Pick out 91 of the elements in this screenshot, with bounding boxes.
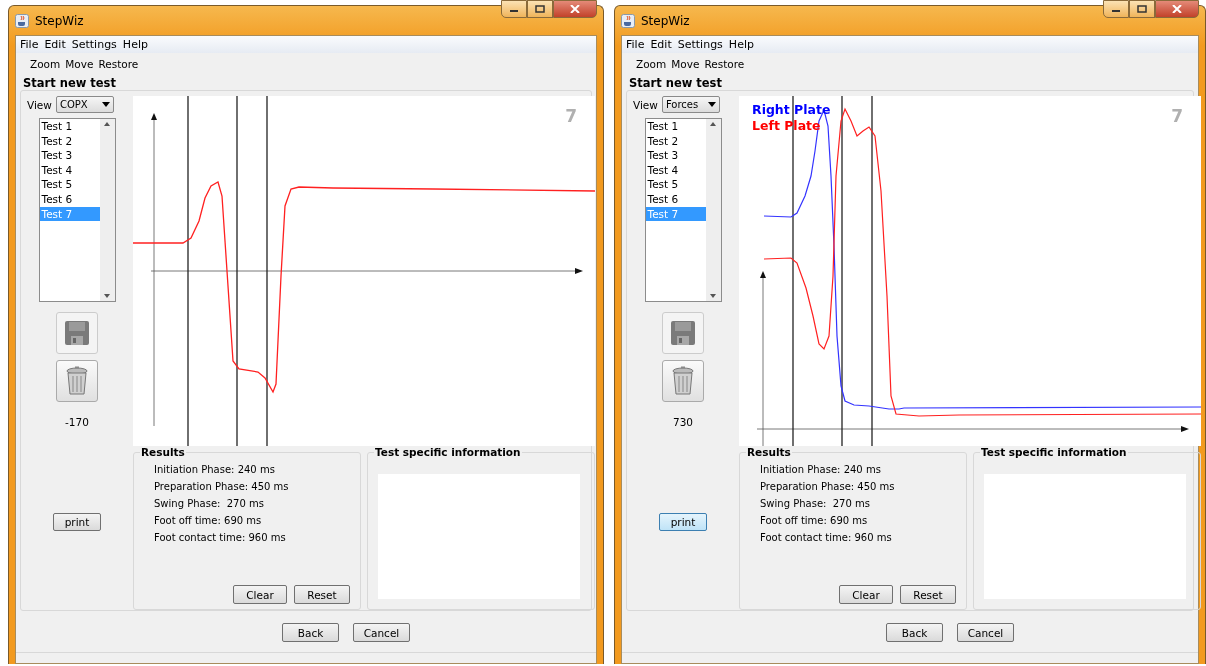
result-text: Foot contact time: 960 ms xyxy=(154,532,287,543)
list-item[interactable]: Test 3 xyxy=(645,148,706,163)
legend-label: Right Plate xyxy=(752,102,831,117)
list-item[interactable]: Test 4 xyxy=(645,162,706,178)
menu-item[interactable]: Edit xyxy=(44,38,66,51)
floppy-icon xyxy=(670,320,696,346)
view-label: View xyxy=(633,98,658,111)
test-number: 7 xyxy=(1171,106,1183,126)
trash-icon xyxy=(670,366,696,396)
result-text: Swing Phase: 270 ms xyxy=(760,498,871,509)
close-icon xyxy=(1172,5,1182,13)
maximize-button[interactable] xyxy=(527,0,553,18)
maximize-icon xyxy=(535,5,545,13)
toolbar-button[interactable]: Move xyxy=(65,58,94,70)
list-item[interactable]: Test 3 xyxy=(39,148,100,163)
menu-item[interactable]: Edit xyxy=(650,38,672,51)
value-label: -170 xyxy=(65,416,89,428)
cancel-button[interactable]: Cancel xyxy=(353,623,410,642)
window-title: StepWiz xyxy=(35,13,85,28)
list-item[interactable]: Test 4 xyxy=(39,162,100,178)
close-button[interactable] xyxy=(553,0,597,18)
java-cup-icon xyxy=(621,13,635,28)
test-number: 7 xyxy=(565,106,577,126)
caret-icon xyxy=(707,102,716,107)
result-text: Initiation Phase: 240 ms xyxy=(760,464,882,475)
close-button[interactable] xyxy=(1155,0,1199,18)
cancel-button[interactable]: Cancel xyxy=(957,623,1014,642)
view-label: View xyxy=(27,98,52,111)
view-dropdown[interactable]: COPX xyxy=(55,96,114,113)
close-icon xyxy=(570,5,580,13)
save-button[interactable] xyxy=(56,312,98,354)
toolbar-button[interactable]: Restore xyxy=(704,58,745,70)
save-button[interactable] xyxy=(662,312,704,354)
scroll-up-icon xyxy=(104,122,110,126)
print-button[interactable]: print xyxy=(53,513,101,531)
window-title: StepWiz xyxy=(641,13,691,28)
java-cup-icon xyxy=(15,13,29,28)
reset-button[interactable]: Reset xyxy=(294,585,350,604)
list-item[interactable]: Test 2 xyxy=(39,133,100,149)
list-item[interactable]: Test 1 xyxy=(39,119,100,134)
list-item[interactable]: Test 5 xyxy=(39,177,100,192)
panel-title: Test specific information xyxy=(374,446,522,458)
menu-item[interactable]: Settings xyxy=(71,38,117,51)
toolbar-button[interactable]: Zoom xyxy=(30,58,61,70)
delete-button[interactable] xyxy=(56,360,98,402)
result-text: Foot contact time: 960 ms xyxy=(760,532,893,543)
menu-item[interactable]: File xyxy=(626,38,645,51)
back-button[interactable]: Back xyxy=(886,623,943,642)
caret-icon xyxy=(101,102,110,107)
reset-button[interactable]: Reset xyxy=(900,585,956,604)
maximize-button[interactable] xyxy=(1129,0,1155,18)
print-button[interactable]: print xyxy=(659,513,707,531)
result-text: Preparation Phase: 450 ms xyxy=(760,481,896,492)
view-dropdown[interactable]: Forces xyxy=(661,96,720,113)
menu-item[interactable]: File xyxy=(20,38,39,51)
menu-item[interactable]: Settings xyxy=(677,38,723,51)
list-item[interactable]: Test 5 xyxy=(645,177,706,192)
back-button[interactable]: Back xyxy=(282,623,339,642)
scrollbar[interactable] xyxy=(705,119,721,301)
result-text: Foot off time: 690 ms xyxy=(760,515,869,526)
clear-button[interactable]: Clear xyxy=(233,585,287,604)
toolbar-button[interactable]: Restore xyxy=(98,58,139,70)
toolbar-button[interactable]: Zoom xyxy=(636,58,667,70)
result-text: Swing Phase: 270 ms xyxy=(154,498,265,509)
list-item[interactable]: Test 2 xyxy=(645,133,706,149)
menu-item[interactable]: Help xyxy=(122,38,148,51)
result-text: Initiation Phase: 240 ms xyxy=(154,464,276,475)
panel-title: Results xyxy=(746,446,792,458)
list-item[interactable]: Test 1 xyxy=(645,119,706,134)
floppy-icon xyxy=(64,320,90,346)
scroll-down-icon xyxy=(104,294,110,298)
minimize-button[interactable] xyxy=(501,0,527,18)
delete-button[interactable] xyxy=(662,360,704,402)
trash-icon xyxy=(64,366,90,396)
panel-title: Results xyxy=(140,446,186,458)
result-text: Preparation Phase: 450 ms xyxy=(154,481,290,492)
clear-button[interactable]: Clear xyxy=(839,585,893,604)
toolbar-button[interactable]: Move xyxy=(671,58,700,70)
group-title: Start new test xyxy=(628,75,723,90)
scrollbar[interactable] xyxy=(99,119,115,301)
maximize-icon xyxy=(1137,5,1147,13)
minimize-button[interactable] xyxy=(1103,0,1129,18)
menu-item[interactable]: Help xyxy=(728,38,754,51)
value-label: 730 xyxy=(672,416,693,428)
list-item[interactable]: Test 6 xyxy=(39,191,100,207)
scroll-down-icon xyxy=(710,294,716,298)
result-text: Foot off time: 690 ms xyxy=(154,515,263,526)
scroll-up-icon xyxy=(710,122,716,126)
panel-title: Test specific information xyxy=(980,446,1128,458)
list-item[interactable]: Test 6 xyxy=(645,191,706,207)
group-title: Start new test xyxy=(22,75,117,90)
